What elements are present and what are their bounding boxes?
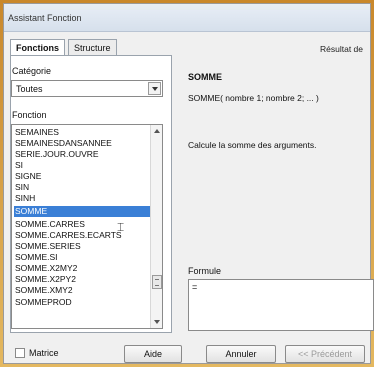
matrix-label: Matrice: [29, 348, 59, 358]
list-item-selected[interactable]: SOMME: [14, 206, 151, 217]
scroll-up-icon[interactable]: [152, 126, 162, 136]
function-description: Calcule la somme des arguments.: [188, 140, 317, 150]
window-title: Assistant Fonction: [8, 13, 82, 23]
list-item[interactable]: SOMME.SERIES: [14, 241, 151, 252]
scroll-thumb[interactable]: [152, 275, 162, 289]
list-item[interactable]: SOMME.XMY2: [14, 285, 151, 296]
formula-value: =: [192, 282, 198, 292]
formula-label: Formule: [188, 266, 222, 276]
list-item[interactable]: SOMMEPROD: [14, 297, 151, 308]
category-value: Toutes: [16, 84, 43, 94]
list-item[interactable]: SOMME.X2PY2: [14, 274, 151, 285]
formula-input[interactable]: =: [188, 279, 374, 331]
function-signature: SOMME( nombre 1; nombre 2; ... ): [188, 93, 319, 103]
previous-button[interactable]: << Précédent: [285, 345, 365, 363]
cancel-button[interactable]: Annuler: [206, 345, 276, 363]
scroll-down-icon[interactable]: [152, 317, 162, 327]
list-item[interactable]: SEMAINESDANSANNEE: [14, 138, 151, 149]
function-label: Fonction: [12, 110, 47, 120]
function-name: SOMME: [188, 72, 223, 82]
category-select[interactable]: Toutes: [11, 80, 163, 97]
text-cursor-icon: ⌶: [117, 220, 125, 234]
list-item[interactable]: SERIE.JOUR.OUVRE: [14, 149, 151, 160]
list-item[interactable]: SOMME.CARRES.ECARTS: [14, 230, 151, 241]
list-scrollbar[interactable]: [150, 125, 162, 328]
list-item[interactable]: SIGNE: [14, 171, 151, 182]
list-item[interactable]: SINH: [14, 193, 151, 204]
list-item[interactable]: SOMME.SI: [14, 252, 151, 263]
list-item[interactable]: SOMME.CARRES: [14, 219, 151, 230]
list-item[interactable]: SOMME.X2MY2: [14, 263, 151, 274]
function-list[interactable]: SEMAINES SEMAINESDANSANNEE SERIE.JOUR.OU…: [11, 124, 163, 329]
help-button[interactable]: Aide: [124, 345, 182, 363]
category-label: Catégorie: [12, 66, 52, 76]
tab-structure[interactable]: Structure: [68, 39, 117, 56]
list-item[interactable]: SEMAINES: [14, 127, 151, 138]
result-label: Résultat de: [320, 44, 363, 54]
list-item[interactable]: SIN: [14, 182, 151, 193]
chevron-down-icon[interactable]: [148, 82, 161, 95]
title-bar: Assistant Fonction: [4, 4, 370, 32]
list-item[interactable]: SI: [14, 160, 151, 171]
matrix-checkbox[interactable]: [15, 348, 25, 358]
